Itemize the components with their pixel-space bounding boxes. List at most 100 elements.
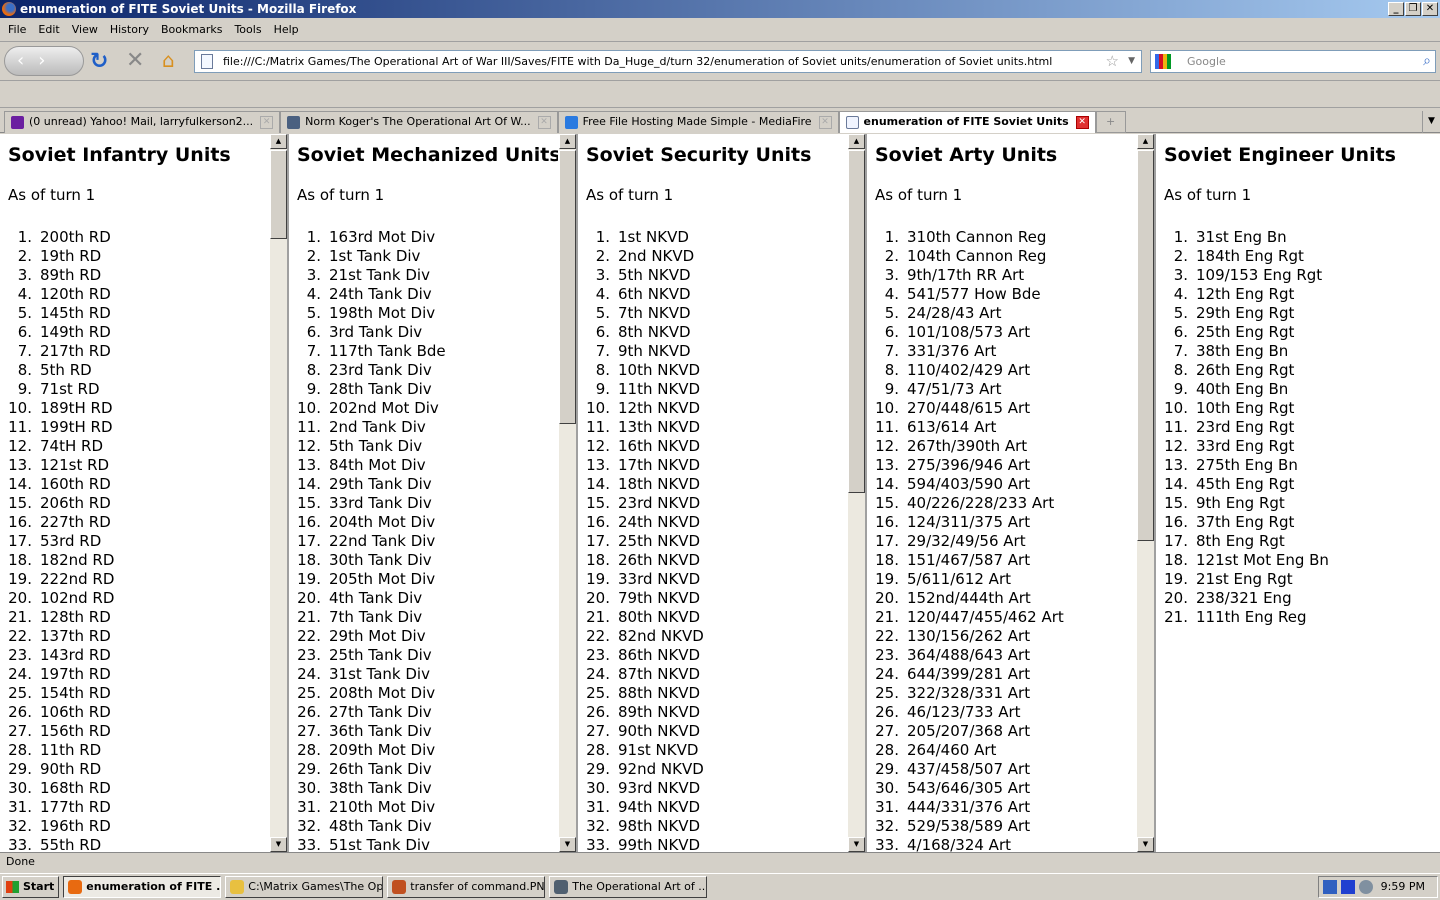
list-item: 24. 31st Tank Div — [297, 665, 558, 684]
item-number: 11. — [875, 418, 899, 436]
menu-item-edit[interactable]: Edit — [32, 20, 65, 41]
task-app-icon — [230, 880, 245, 894]
close-tab-icon[interactable]: ✕ — [1075, 116, 1089, 129]
reload-icon[interactable]: ↻ — [90, 49, 108, 74]
search-input[interactable]: Google ⌕ — [1150, 50, 1436, 73]
close-button[interactable]: ✕ — [1422, 2, 1438, 16]
item-number: 6. — [306, 323, 321, 341]
taskbar-button[interactable]: C:\Matrix Games\The Op... — [225, 876, 384, 898]
tab[interactable]: Free File Hosting Made Simple - MediaFir… — [557, 111, 839, 133]
list-item: 6. 149th RD — [8, 323, 269, 342]
scrollbar-thumb[interactable] — [559, 150, 576, 425]
list-item: 11. 13th NKVD — [586, 418, 847, 437]
search-icon[interactable]: ⌕ — [1423, 51, 1431, 72]
scrollbar[interactable]: ▲ ▼ — [559, 134, 576, 852]
tray-icon[interactable] — [1341, 880, 1355, 894]
tab-favicon-icon — [287, 116, 301, 129]
item-number: 31. — [297, 798, 321, 816]
home-icon[interactable]: ⌂ — [162, 48, 175, 72]
frame-soviet-engineer-units: Soviet Engineer Units As of turn 1 1. 31st … — [1156, 134, 1440, 852]
tab[interactable]: enumeration of FITE Soviet Units ✕ — [838, 111, 1096, 133]
scroll-up-arrow[interactable]: ▲ — [559, 134, 576, 149]
bookmarks-toolbar — [0, 82, 1440, 108]
item-label: 151/467/587 Art — [907, 551, 1031, 569]
item-label: 23rd Eng Rgt — [1196, 418, 1295, 436]
scrollbar[interactable]: ▲ ▼ — [270, 134, 287, 852]
tab[interactable]: (0 unread) Yahoo! Mail, larryfulkerson2.… — [4, 111, 281, 133]
back-forward-buttons[interactable]: ‹› — [4, 46, 84, 76]
close-tab-icon[interactable]: ✕ — [260, 116, 274, 129]
menu-item-help[interactable]: Help — [268, 20, 305, 41]
item-number: 22. — [875, 627, 899, 645]
scrollbar-thumb[interactable] — [270, 150, 287, 240]
scroll-up-arrow[interactable]: ▲ — [1137, 134, 1154, 149]
item-label: 543/646/305 Art — [907, 779, 1031, 797]
item-label: 6th NKVD — [618, 285, 691, 303]
item-number: 1. — [595, 228, 610, 246]
item-number: 8. — [595, 361, 610, 379]
scrollbar[interactable]: ▲ ▼ — [848, 134, 865, 852]
new-tab-button[interactable]: + — [1095, 111, 1126, 133]
item-label: 21st Tank Div — [329, 266, 430, 284]
item-label: 160th RD — [40, 475, 111, 493]
url-bar[interactable]: file:///C:/Matrix Games/The Operational … — [194, 50, 1142, 73]
menu-item-tools[interactable]: Tools — [228, 20, 267, 41]
item-label: 130/156/262 Art — [907, 627, 1031, 645]
menu-item-view[interactable]: View — [66, 20, 104, 41]
tray-icon[interactable] — [1359, 880, 1373, 894]
minimize-button[interactable]: _ — [1388, 2, 1404, 16]
scroll-down-arrow[interactable]: ▼ — [559, 837, 576, 852]
close-tab-icon[interactable]: ✕ — [818, 116, 832, 129]
scroll-up-arrow[interactable]: ▲ — [270, 134, 287, 149]
list-item: 32. 196th RD — [8, 817, 269, 836]
taskbar-button[interactable]: The Operational Art of ... — [549, 876, 708, 898]
frame-subtitle: As of turn 1 — [297, 186, 385, 204]
restore-button[interactable]: ❐ — [1405, 2, 1421, 16]
taskbar-button[interactable]: enumeration of FITE ... — [63, 876, 222, 898]
list-item: 29. 26th Tank Div — [297, 760, 558, 779]
item-label: 26th Eng Rgt — [1196, 361, 1295, 379]
menu-item-history[interactable]: History — [104, 20, 155, 41]
bookmark-star-icon[interactable]: ☆ — [1106, 51, 1119, 72]
item-number: 8. — [1173, 361, 1188, 379]
item-number: 28. — [8, 741, 32, 759]
item-number: 8. — [884, 361, 899, 379]
item-number: 21. — [8, 608, 32, 626]
item-number: 20. — [1164, 589, 1188, 607]
list-item: 25. 208th Mot Div — [297, 684, 558, 703]
item-number: 6. — [595, 323, 610, 341]
list-item: 8. 5th RD — [8, 361, 269, 380]
scroll-down-arrow[interactable]: ▼ — [1137, 837, 1154, 852]
stop-icon[interactable]: ✕ — [126, 48, 144, 73]
list-item: 5. 145th RD — [8, 304, 269, 323]
taskbar-button[interactable]: transfer of command.PN... — [387, 876, 546, 898]
scrollbar-thumb[interactable] — [848, 150, 865, 493]
google-icon[interactable] — [1155, 54, 1171, 69]
item-label: 184th Eng Rgt — [1196, 247, 1304, 265]
list-item: 8. 23rd Tank Div — [297, 361, 558, 380]
list-item: 16. 37th Eng Rgt — [1164, 513, 1440, 532]
item-number: 5. — [884, 304, 899, 322]
tab[interactable]: Norm Koger's The Operational Art Of W...… — [280, 111, 558, 133]
tab-list-button[interactable]: ▼ — [1422, 111, 1440, 133]
scroll-down-arrow[interactable]: ▼ — [848, 837, 865, 852]
start-button[interactable]: Start — [2, 876, 60, 898]
item-number: 1. — [884, 228, 899, 246]
item-number: 10. — [8, 399, 32, 417]
list-item: 11. 613/614 Art — [875, 418, 1136, 437]
menu-item-file[interactable]: File — [2, 20, 32, 41]
item-number: 25. — [875, 684, 899, 702]
close-tab-icon[interactable]: ✕ — [537, 116, 551, 129]
tray-icon[interactable] — [1323, 880, 1337, 894]
scroll-up-arrow[interactable]: ▲ — [848, 134, 865, 149]
scroll-down-arrow[interactable]: ▼ — [270, 837, 287, 852]
scrollbar-thumb[interactable] — [1137, 150, 1154, 542]
item-number: 14. — [586, 475, 610, 493]
item-label: 12th NKVD — [618, 399, 701, 417]
list-item: 19. 33rd NKVD — [586, 570, 847, 589]
url-dropdown-icon[interactable]: ▼ — [1128, 51, 1135, 72]
scrollbar[interactable]: ▲ ▼ — [1137, 134, 1154, 852]
item-number: 31. — [8, 798, 32, 816]
list-item: 16. 204th Mot Div — [297, 513, 558, 532]
menu-item-bookmarks[interactable]: Bookmarks — [155, 20, 228, 41]
